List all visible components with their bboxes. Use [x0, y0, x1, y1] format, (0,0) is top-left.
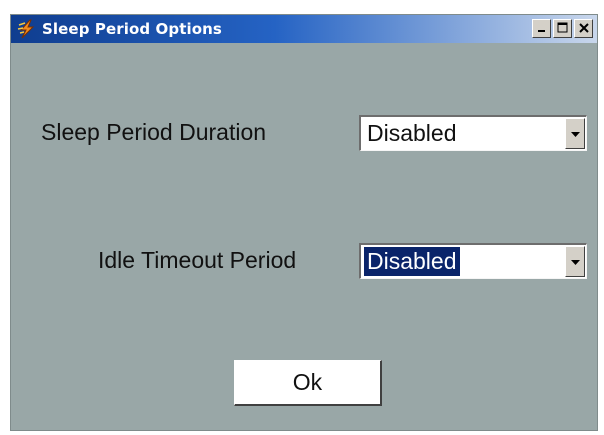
- sleep-period-options-window: Sleep Period Options Sleep Period Durati…: [10, 14, 598, 431]
- dialog-content: Sleep Period Duration Disabled Idle Time…: [11, 43, 597, 430]
- close-icon: [578, 20, 589, 38]
- lightning-icon: [15, 19, 39, 39]
- window-controls: [532, 19, 593, 38]
- chevron-down-icon: [570, 253, 580, 271]
- maximize-button[interactable]: [553, 19, 572, 38]
- sleep-period-duration-label: Sleep Period Duration: [41, 119, 267, 145]
- idle-timeout-period-select[interactable]: Disabled: [359, 243, 587, 279]
- maximize-icon: [557, 20, 568, 38]
- ok-button[interactable]: Ok: [234, 360, 382, 406]
- idle-timeout-period-label: Idle Timeout Period: [98, 247, 297, 273]
- close-button[interactable]: [574, 19, 593, 38]
- sleep-period-dropdown-button[interactable]: [565, 118, 585, 149]
- window-title: Sleep Period Options: [42, 20, 222, 38]
- minimize-button[interactable]: [532, 19, 551, 38]
- sleep-period-duration-value: Disabled: [367, 120, 457, 146]
- sleep-period-duration-select[interactable]: Disabled: [359, 115, 587, 151]
- minimize-icon: [537, 20, 547, 38]
- chevron-down-icon: [570, 125, 580, 143]
- idle-timeout-period-value: Disabled: [364, 247, 460, 276]
- idle-timeout-dropdown-button[interactable]: [565, 246, 585, 277]
- title-bar[interactable]: Sleep Period Options: [11, 15, 597, 43]
